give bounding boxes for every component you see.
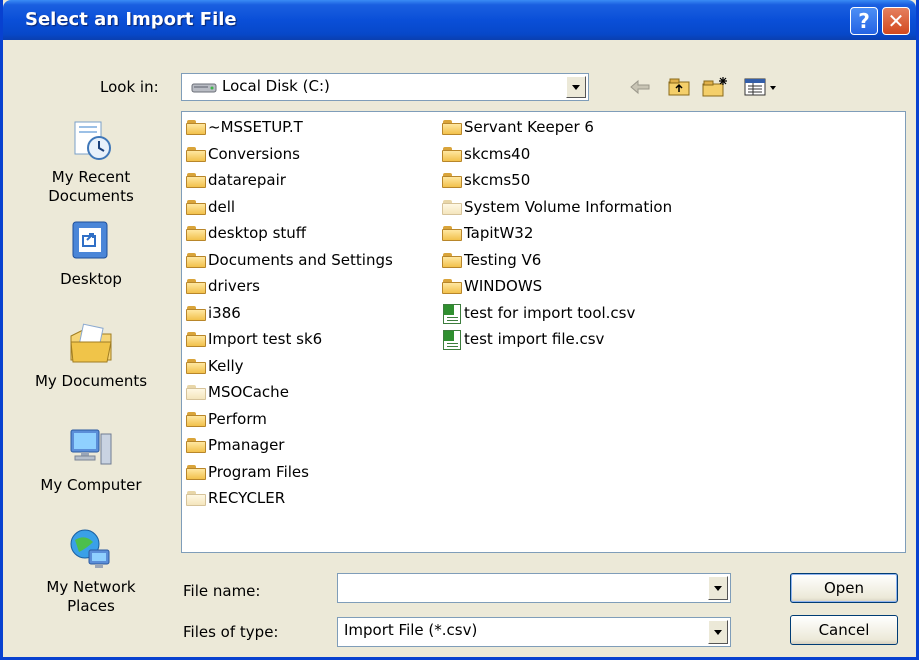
- folder-icon: [186, 411, 206, 427]
- folder-icon: [186, 358, 206, 374]
- place-my-network-places[interactable]: My Network Places: [7, 526, 175, 616]
- excel-csv-file-icon: [443, 330, 461, 350]
- folder-icon: [186, 438, 206, 453]
- folder-icon: [186, 385, 206, 400]
- desktop-icon: [67, 218, 115, 266]
- file-name-text: ~MSSETUP.T: [208, 118, 303, 136]
- help-button[interactable]: ?: [850, 7, 878, 35]
- file-name-text: System Volume Information: [464, 197, 673, 216]
- file-list[interactable]: ~MSSETUP.T Conversions datarepair dell deskt…: [181, 111, 906, 553]
- file-name-text: TapitW32: [464, 224, 534, 242]
- network-places-icon: [67, 526, 115, 574]
- file-name-text: Import test sk6: [208, 330, 323, 348]
- file-type-dropdown[interactable]: Import File (*.csv): [337, 617, 731, 647]
- help-icon: ?: [858, 9, 870, 33]
- folder-icon: [442, 279, 462, 294]
- file-name-label: File name:: [183, 582, 261, 600]
- folder-icon: [186, 279, 206, 294]
- file-name-text: Pmanager: [208, 436, 285, 454]
- file-name-text: Kelly: [208, 356, 244, 375]
- dialog-title: Select an Import File: [25, 9, 237, 30]
- file-name-text: RECYCLER: [208, 489, 286, 507]
- place-desktop[interactable]: Desktop: [7, 218, 175, 289]
- open-button[interactable]: Open: [790, 573, 898, 603]
- view-menu-icon[interactable]: [743, 76, 783, 98]
- file-name-text: Documents and Settings: [208, 250, 393, 269]
- place-my-computer[interactable]: My Computer: [7, 424, 175, 495]
- folder-icon: [442, 252, 462, 268]
- file-type-value: Import File (*.csv): [344, 621, 478, 639]
- place-label: My Recent: [51, 168, 131, 186]
- file-name-text: i386: [208, 303, 241, 322]
- folder-icon: [442, 146, 462, 162]
- file-name-text: test for import tool.csv: [464, 303, 636, 322]
- folder-icon: [442, 120, 462, 135]
- folder-icon: [186, 464, 206, 480]
- folder-icon: [442, 226, 462, 241]
- folder-icon: [186, 199, 206, 215]
- file-type-label: Files of type:: [183, 623, 279, 641]
- place-label: My Network: [46, 578, 136, 596]
- up-folder-icon[interactable]: [667, 76, 693, 98]
- look-in-dropdown[interactable]: Local Disk (C:): [181, 73, 589, 101]
- folder-icon: [186, 491, 206, 506]
- import-file-dialog: Select an Import File ? ✕ Look in: Local…: [0, 0, 919, 660]
- title-bar[interactable]: Select an Import File ? ✕: [3, 0, 916, 40]
- places-bar: My Recent Documents Desktop My Documents…: [7, 108, 175, 653]
- place-label: Desktop: [60, 270, 122, 288]
- place-label: My Documents: [34, 372, 148, 390]
- folder-icon: [186, 146, 206, 162]
- file-name-text: WINDOWS: [464, 277, 543, 295]
- file-name-text: skcms50: [464, 171, 531, 189]
- place-my-recent-documents[interactable]: My Recent Documents: [7, 116, 175, 206]
- new-folder-icon[interactable]: [701, 76, 729, 98]
- file-name-text: Program Files: [208, 462, 309, 481]
- file-name-text: MSOCache: [208, 383, 289, 401]
- file-type-dropdown-arrow[interactable]: [708, 620, 728, 644]
- file-name-text: Servant Keeper 6: [464, 118, 594, 136]
- folder-icon: [186, 305, 206, 321]
- folder-icon: [186, 226, 206, 241]
- excel-csv-file-icon: [443, 303, 461, 324]
- look-in-dropdown-arrow[interactable]: [566, 76, 586, 98]
- place-label-line2: Documents: [48, 187, 134, 205]
- place-label: My Computer: [40, 476, 142, 494]
- my-computer-icon: [67, 424, 115, 472]
- file-name-dropdown-arrow[interactable]: [708, 576, 728, 600]
- place-label-line2: Places: [67, 597, 115, 615]
- file-name-text: datarepair: [208, 171, 286, 189]
- file-name-text: dell: [208, 197, 236, 216]
- file-name-text: Perform: [208, 409, 267, 428]
- file-name-text: test import file.csv: [464, 330, 605, 348]
- close-icon: ✕: [887, 9, 905, 33]
- file-name-text: drivers: [208, 277, 260, 295]
- file-name-text: skcms40: [464, 144, 531, 163]
- folder-icon: [442, 173, 462, 188]
- close-button[interactable]: ✕: [882, 7, 910, 35]
- back-arrow-icon[interactable]: [627, 76, 653, 98]
- look-in-value: Local Disk (C:): [222, 77, 330, 95]
- hard-drive-icon: [191, 83, 217, 93]
- folder-icon: [442, 199, 462, 215]
- file-name-input[interactable]: [337, 573, 731, 603]
- place-my-documents[interactable]: My Documents: [7, 320, 175, 391]
- file-name-text: Conversions: [208, 144, 300, 163]
- file-name-text: desktop stuff: [208, 224, 307, 242]
- folder-icon: [186, 252, 206, 268]
- cancel-button[interactable]: Cancel: [790, 615, 898, 645]
- folder-icon: [186, 332, 206, 347]
- recent-documents-icon: [67, 116, 115, 164]
- my-documents-icon: [67, 320, 115, 368]
- folder-icon: [186, 120, 206, 135]
- file-name-text: Testing V6: [464, 250, 542, 269]
- folder-icon: [186, 173, 206, 188]
- look-in-label: Look in:: [100, 78, 159, 96]
